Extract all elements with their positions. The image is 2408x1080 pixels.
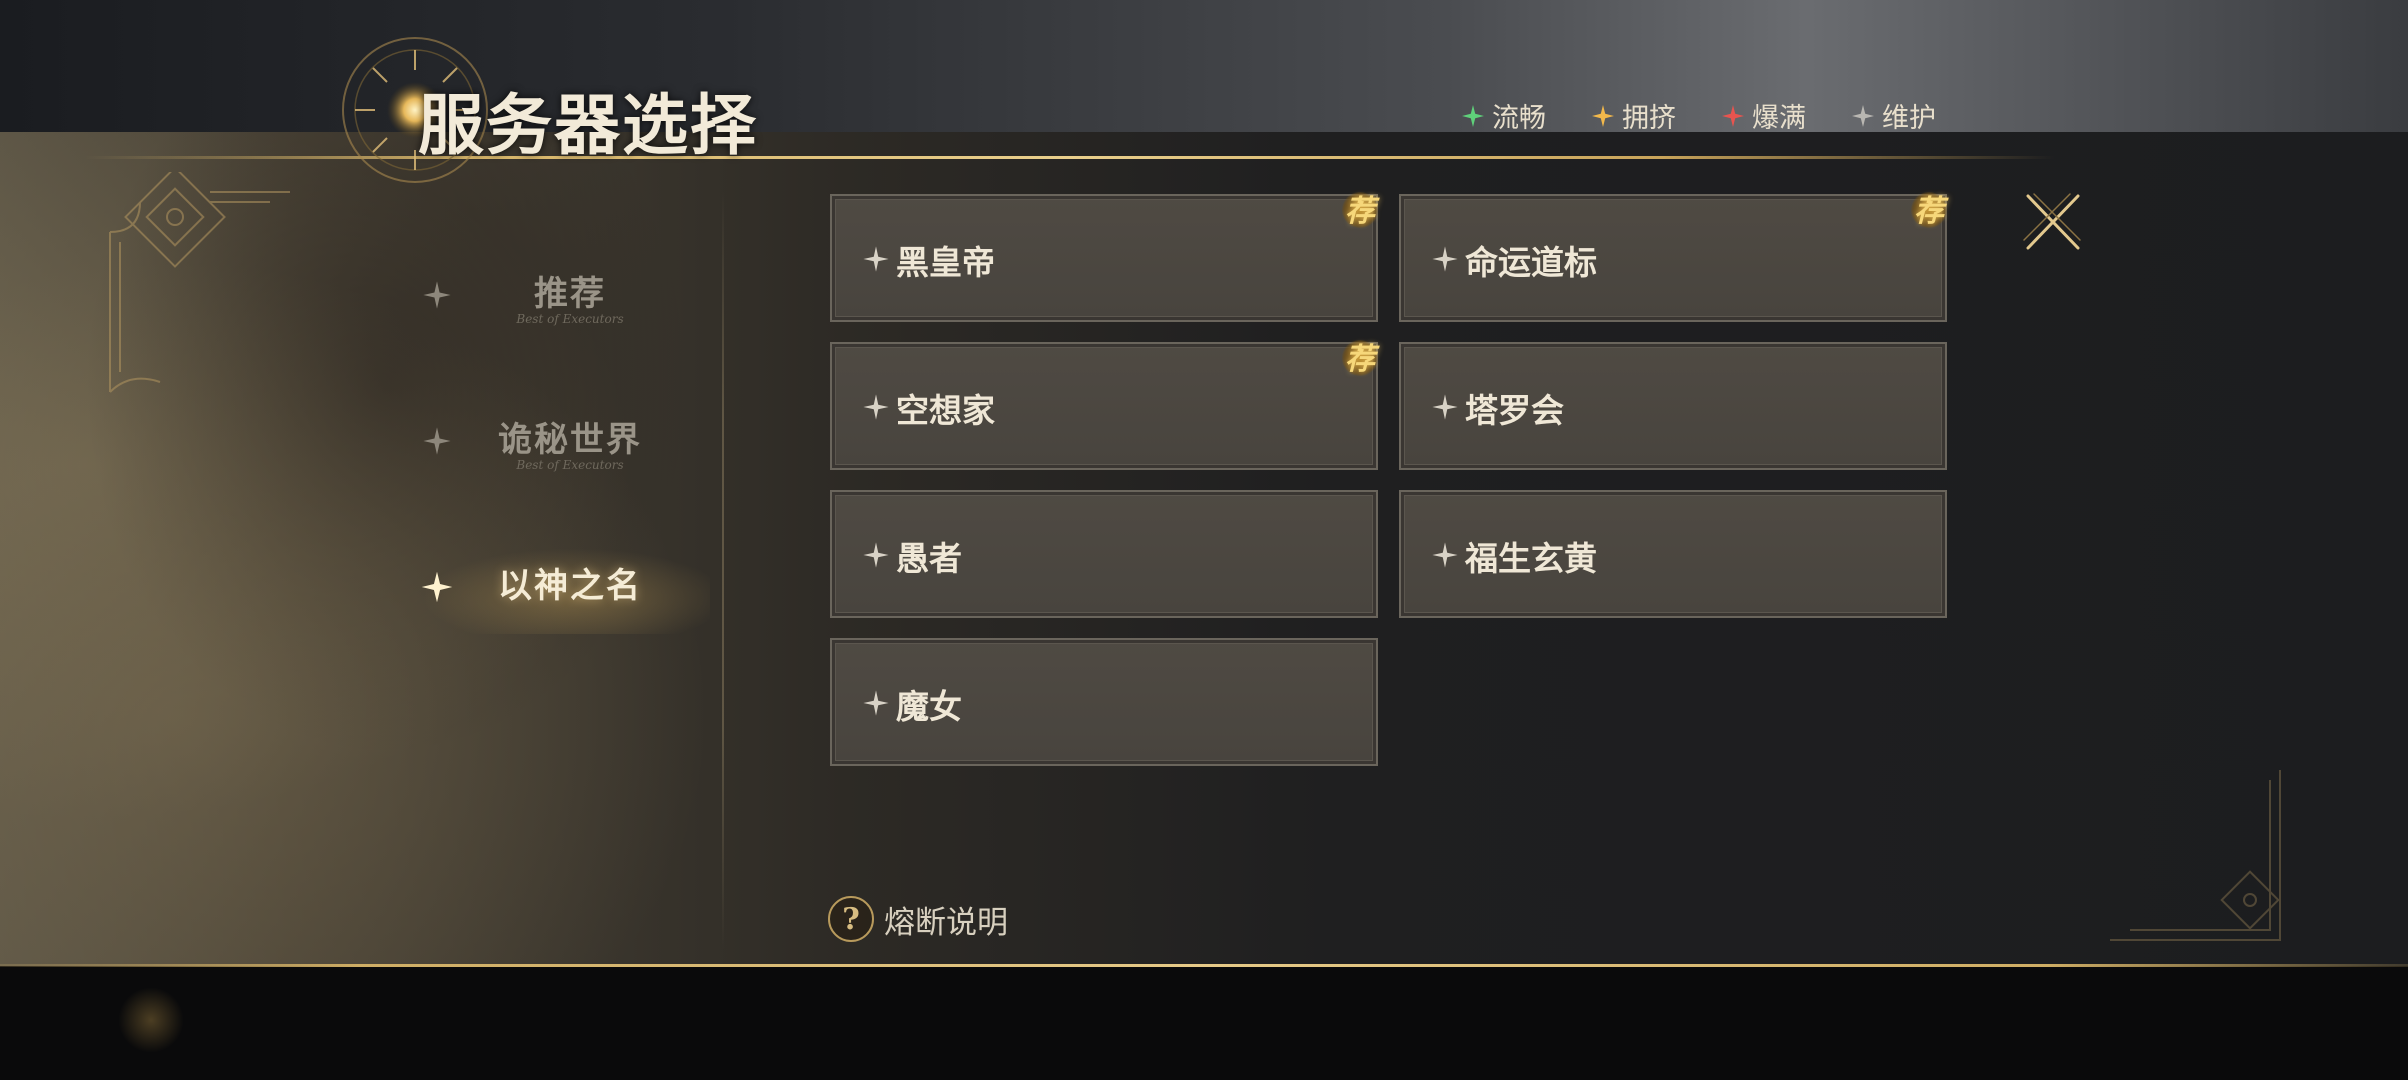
bottom-strip [0, 967, 2408, 1080]
corner-ornament-icon [109, 172, 290, 393]
fuse-explanation-label: 熔断说明 [884, 904, 1008, 941]
star-icon [423, 427, 451, 455]
star-icon [863, 690, 889, 716]
star-active-icon [421, 571, 453, 603]
star-icon [423, 281, 451, 309]
star-icon [1432, 246, 1458, 272]
legend-item-busy: 拥挤 [1592, 96, 1676, 135]
server-card-dreamer[interactable]: 空想家 荐 [830, 340, 1378, 470]
fuse-explanation-button[interactable]: ? 熔断说明 [828, 896, 1008, 942]
star-grey-icon [1852, 104, 1874, 127]
legend-item-full: 爆满 [1722, 96, 1806, 135]
star-icon [1432, 542, 1458, 568]
question-icon: ? [828, 896, 874, 942]
recommended-badge: 荐 [1336, 338, 1380, 382]
server-name: 空想家 [896, 391, 995, 430]
server-card-fool[interactable]: 愚者 [830, 490, 1378, 618]
sidebar-item-sub: Best of Executors [516, 312, 624, 326]
badge-text: 荐 [1914, 194, 1944, 229]
star-orange-icon [1592, 104, 1614, 127]
star-icon [863, 246, 889, 272]
legend-item-maintenance: 维护 [1852, 96, 1936, 135]
recommended-badge: 荐 [1336, 190, 1380, 234]
close-icon[interactable] [2020, 190, 2084, 254]
server-card-black-emperor[interactable]: 黑皇帝 荐 [830, 192, 1378, 322]
legend-label: 流畅 [1492, 103, 1546, 134]
server-card-fusheng-xuanhuang[interactable]: 福生玄黄 [1399, 490, 1947, 618]
sidebar-item-label: 推荐 [534, 274, 606, 314]
legend-item-smooth: 流畅 [1462, 96, 1546, 135]
server-name: 命运道标 [1465, 243, 1597, 282]
star-green-icon [1462, 104, 1484, 127]
star-icon [863, 394, 889, 420]
star-red-icon [1722, 104, 1744, 127]
sidebar-item-label: 以神之名 [498, 566, 642, 606]
page-title: 服务器选择 [418, 86, 758, 164]
sidebar-item-label: 诡秘世界 [498, 420, 642, 460]
server-name: 愚者 [896, 539, 962, 578]
star-icon [1432, 394, 1458, 420]
sidebar-item-mystery-world[interactable]: 诡秘世界 Best of Executors [420, 404, 680, 484]
legend-label: 维护 [1882, 103, 1936, 134]
server-name: 魔女 [896, 687, 962, 726]
bottom-glow [118, 987, 184, 1053]
server-card-witch[interactable]: 魔女 [830, 638, 1378, 766]
badge-text: 荐 [1345, 194, 1375, 229]
sidebar-item-in-gods-name[interactable]: 以神之名 [410, 544, 710, 634]
recommended-badge: 荐 [1905, 190, 1949, 234]
server-card-tarot-club[interactable]: 塔罗会 [1399, 342, 1947, 470]
corner-ornament-br-icon [2110, 770, 2281, 941]
server-name: 黑皇帝 [896, 243, 995, 282]
legend-label: 拥挤 [1622, 103, 1676, 134]
star-icon [863, 542, 889, 568]
sidebar-item-recommended[interactable]: 推荐 Best of Executors [420, 258, 680, 338]
sidebar-item-sub: Best of Executors [516, 458, 624, 472]
sidebar-divider [722, 190, 724, 950]
server-name: 塔罗会 [1465, 391, 1564, 430]
legend-label: 爆满 [1752, 103, 1806, 134]
server-card-destiny-beacon[interactable]: 命运道标 荐 [1399, 192, 1947, 322]
status-legend: 流畅 拥挤 爆满 维护 [1462, 96, 1936, 135]
badge-text: 荐 [1345, 342, 1375, 377]
server-name: 福生玄黄 [1465, 539, 1597, 578]
